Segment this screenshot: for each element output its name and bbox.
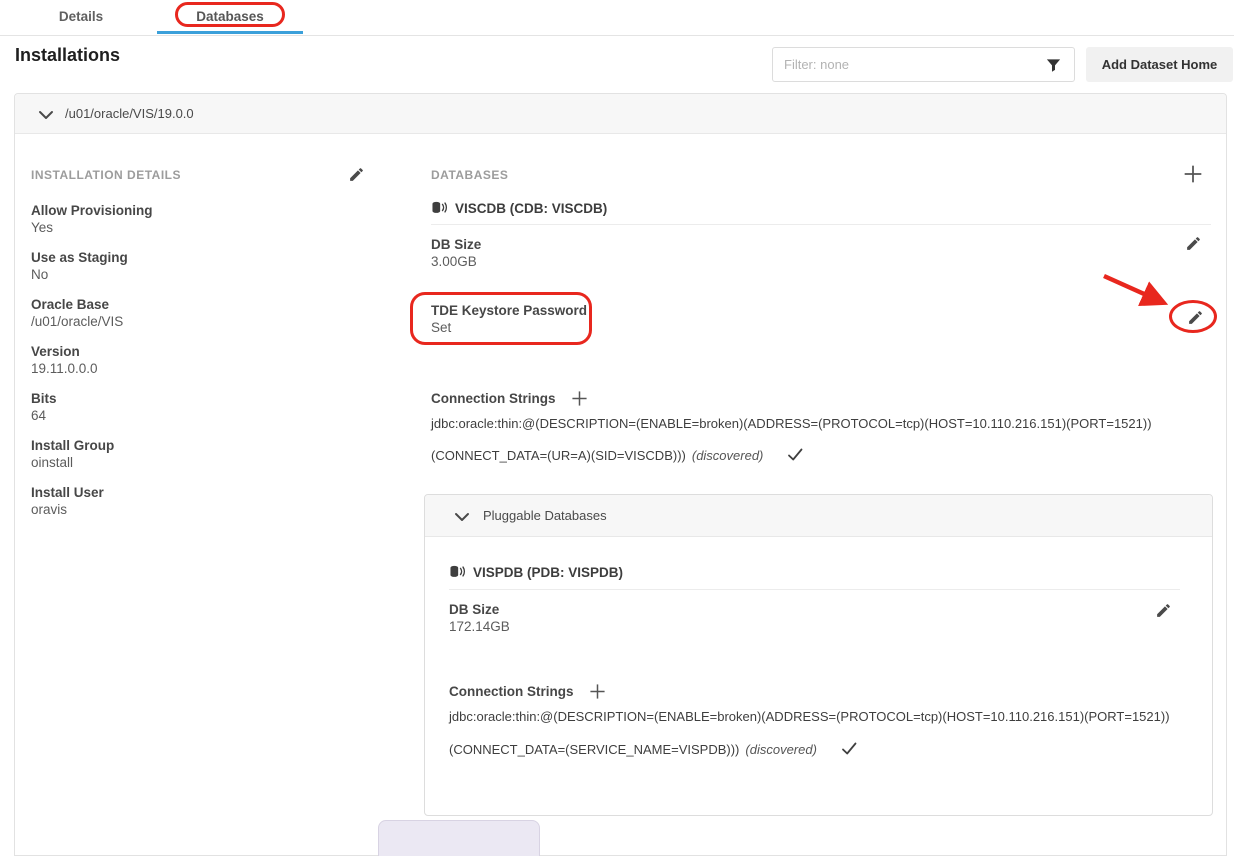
pencil-icon: [1187, 309, 1204, 326]
cdb-connection-string-line2: (CONNECT_DATA=(UR=A)(SID=VISCDB)))(disco…: [431, 447, 803, 463]
pdb-connection-string-line2: (CONNECT_DATA=(SERVICE_NAME=VISPDB)))(di…: [449, 741, 857, 757]
field-oracle-base: Oracle Base /u01/oracle/VIS: [31, 296, 123, 330]
plus-icon: [589, 683, 606, 700]
edit-installation-details-button[interactable]: [348, 166, 365, 183]
cdb-connection-string-line1: jdbc:oracle:thin:@(DESCRIPTION=(ENABLE=b…: [431, 416, 1152, 431]
add-connection-string-button[interactable]: [589, 683, 606, 700]
installation-card: /u01/oracle/VIS/19.0.0 INSTALLATION DETA…: [14, 93, 1227, 856]
tab-details[interactable]: Details: [20, 0, 142, 36]
chevron-down-icon: [37, 107, 55, 121]
pdb-divider: [449, 589, 1180, 590]
page-title: Installations: [15, 45, 120, 66]
database-icon: [431, 201, 448, 216]
field-install-user: Install User oravis: [31, 484, 104, 518]
field-version: Version 19.11.0.0.0: [31, 343, 98, 377]
filter-input[interactable]: [773, 57, 1045, 72]
add-dataset-home-button[interactable]: Add Dataset Home: [1086, 47, 1233, 82]
pluggable-databases-title: Pluggable Databases: [483, 508, 607, 523]
installation-details-title: INSTALLATION DETAILS: [31, 168, 181, 182]
cdb-db-size-field: DB Size 3.00GB: [431, 236, 481, 270]
field-use-as-staging: Use as Staging No: [31, 249, 128, 283]
cdb-connection-strings-row: Connection Strings: [431, 390, 588, 407]
cutoff-bottom-button[interactable]: [378, 820, 540, 856]
chevron-down-icon: [453, 509, 471, 523]
tab-bar: Details Databases: [0, 0, 1234, 36]
pencil-icon: [348, 166, 365, 183]
pdb-name: VISPDB (PDB: VISPDB): [473, 565, 623, 580]
page: Details Databases Installations Add Data…: [0, 0, 1234, 856]
field-bits: Bits 64: [31, 390, 57, 424]
add-database-button[interactable]: [1183, 164, 1203, 184]
databases-title: DATABASES: [431, 168, 508, 182]
cdb-name: VISCDB (CDB: VISCDB): [455, 201, 607, 216]
pluggable-databases-box: Pluggable Databases VISPDB (PDB: VISPDB)…: [424, 494, 1213, 816]
filter-input-wrapper: [772, 47, 1075, 82]
installation-expander[interactable]: /u01/oracle/VIS/19.0.0: [15, 94, 1226, 134]
plus-icon: [571, 390, 588, 407]
edit-db-size-button[interactable]: [1185, 235, 1202, 252]
pdb-title-row: VISPDB (PDB: VISPDB): [449, 565, 623, 580]
cdb-title-row: VISCDB (CDB: VISCDB): [431, 201, 607, 216]
pdb-db-size-field: DB Size 172.14GB: [449, 601, 510, 635]
plus-icon: [1183, 164, 1203, 184]
pencil-icon: [1155, 602, 1172, 619]
discovered-label: (discovered): [692, 448, 764, 463]
checkmark-icon: [787, 447, 803, 462]
discovered-label: (discovered): [745, 742, 817, 757]
cdb-divider: [431, 224, 1211, 225]
field-install-group: Install Group oinstall: [31, 437, 114, 471]
edit-pdb-db-size-button[interactable]: [1155, 602, 1172, 619]
installation-path: /u01/oracle/VIS/19.0.0: [65, 106, 194, 121]
field-allow-provisioning: Allow Provisioning Yes: [31, 202, 153, 236]
active-tab-underline: [157, 31, 303, 34]
pdb-connection-strings-row: Connection Strings: [449, 683, 606, 700]
pluggable-databases-expander[interactable]: Pluggable Databases: [425, 495, 1212, 537]
pencil-icon: [1185, 235, 1202, 252]
edit-tde-keystore-button[interactable]: [1187, 309, 1204, 326]
database-icon: [449, 565, 466, 580]
checkmark-icon: [841, 741, 857, 756]
tde-keystore-field: TDE Keystore Password Set: [431, 302, 587, 336]
add-connection-string-button[interactable]: [571, 390, 588, 407]
pdb-connection-string-line1: jdbc:oracle:thin:@(DESCRIPTION=(ENABLE=b…: [449, 709, 1170, 724]
funnel-icon[interactable]: [1045, 57, 1062, 73]
